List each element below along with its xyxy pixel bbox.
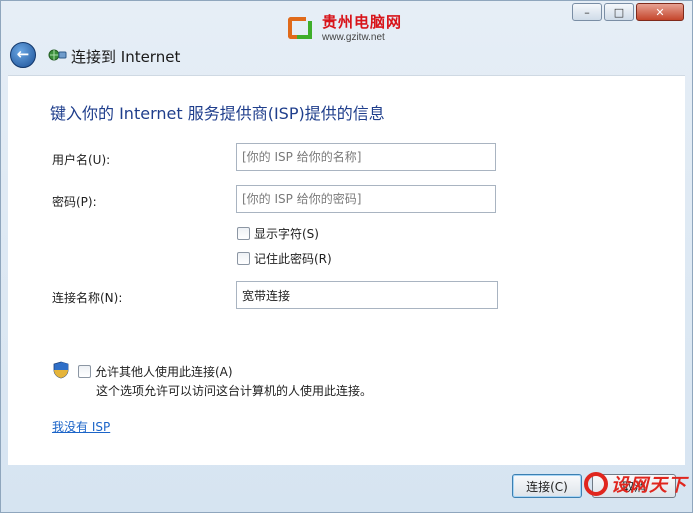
close-icon: ✕ bbox=[655, 5, 665, 19]
watermark-logo-icon bbox=[584, 472, 608, 496]
connect-button[interactable]: 连接(C) bbox=[512, 474, 582, 498]
wizard-title: 连接到 Internet bbox=[71, 48, 181, 66]
navigation-bar: ← 连接到 Internet bbox=[1, 35, 692, 75]
show-characters-label: 显示字符(S) bbox=[254, 227, 319, 241]
show-characters-option[interactable]: 显示字符(S) bbox=[237, 225, 319, 242]
uac-shield-icon bbox=[53, 361, 69, 379]
allow-others-checkbox[interactable] bbox=[78, 365, 91, 378]
back-arrow-icon: ← bbox=[16, 44, 30, 63]
minimize-button[interactable]: – bbox=[572, 3, 602, 21]
password-field[interactable] bbox=[236, 185, 496, 213]
dialog-window: 贵州电脑网 www.gzitw.net – □ ✕ ← 连接到 Internet bbox=[0, 0, 693, 513]
network-icon bbox=[48, 49, 67, 61]
allow-others-label: 允许其他人使用此连接(A) bbox=[95, 365, 233, 379]
window-controls: – □ ✕ bbox=[570, 3, 684, 21]
allow-others-option[interactable]: 允许其他人使用此连接(A) bbox=[78, 363, 233, 380]
watermark-title: 贵州电脑网 bbox=[322, 13, 403, 31]
close-button[interactable]: ✕ bbox=[636, 3, 684, 21]
back-button[interactable]: ← bbox=[10, 42, 36, 68]
maximize-icon: □ bbox=[613, 5, 625, 19]
username-field[interactable] bbox=[236, 143, 496, 171]
maximize-button[interactable]: □ bbox=[604, 3, 634, 21]
username-label: 用户名(U): bbox=[52, 153, 111, 167]
minimize-icon: – bbox=[584, 5, 590, 19]
remember-password-option[interactable]: 记住此密码(R) bbox=[237, 250, 332, 267]
connection-name-label: 连接名称(N): bbox=[52, 291, 123, 305]
title-bar: 贵州电脑网 www.gzitw.net – □ ✕ bbox=[1, 1, 692, 43]
watermark-text: 设网天下 bbox=[611, 475, 687, 496]
remember-password-checkbox[interactable] bbox=[237, 252, 250, 265]
password-label: 密码(P): bbox=[52, 195, 97, 209]
remember-password-label: 记住此密码(R) bbox=[254, 252, 332, 266]
allow-others-description: 这个选项允许可以访问这台计算机的人使用此连接。 bbox=[96, 384, 373, 398]
bottom-watermark: 设网天下 bbox=[584, 471, 687, 497]
no-isp-link[interactable]: 我没有 ISP bbox=[52, 418, 110, 435]
connection-name-field[interactable] bbox=[236, 281, 498, 309]
page-heading: 键入你的 Internet 服务提供商(ISP)提供的信息 bbox=[50, 104, 385, 123]
show-characters-checkbox[interactable] bbox=[237, 227, 250, 240]
wizard-content: 键入你的 Internet 服务提供商(ISP)提供的信息 用户名(U): 密码… bbox=[8, 75, 685, 465]
